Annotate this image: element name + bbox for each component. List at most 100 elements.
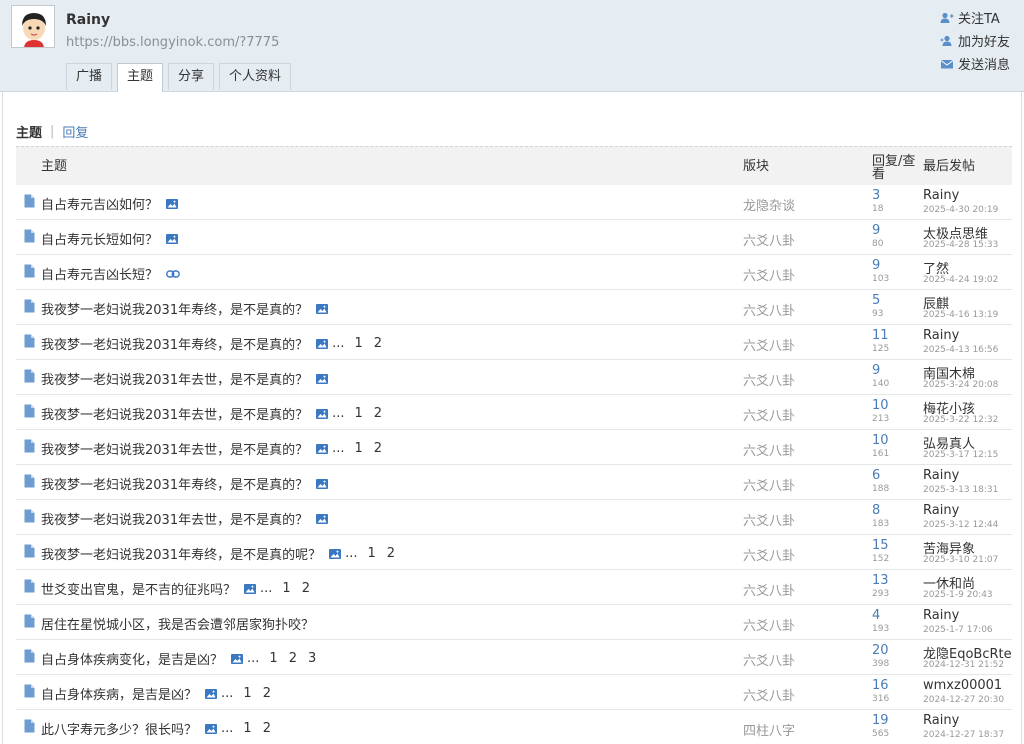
- reply-count[interactable]: 10: [872, 398, 889, 413]
- last-post-time[interactable]: 2025-1-9 20:43: [923, 590, 993, 600]
- reply-count[interactable]: 9: [872, 223, 880, 238]
- document-icon: [24, 579, 35, 597]
- thread-forum[interactable]: 六爻八卦: [743, 265, 795, 284]
- page-link[interactable]: 3: [308, 651, 316, 666]
- page-link[interactable]: 1: [355, 406, 363, 421]
- last-post-time[interactable]: 2024-12-31 21:52: [923, 660, 1004, 670]
- thread-title[interactable]: 我夜梦一老妇说我2031年寿终，是不是真的？: [41, 299, 308, 318]
- thread-title[interactable]: 自占身体疾病变化，是吉是凶？: [41, 649, 223, 668]
- thread-forum[interactable]: 六爻八卦: [743, 405, 795, 424]
- page-link[interactable]: 1: [269, 651, 277, 666]
- page-link[interactable]: 1: [355, 336, 363, 351]
- thread-forum[interactable]: 六爻八卦: [743, 580, 795, 599]
- last-post-time[interactable]: 2025-3-24 20:08: [923, 380, 998, 390]
- reply-count[interactable]: 6: [872, 468, 880, 483]
- thread-forum[interactable]: 六爻八卦: [743, 545, 795, 564]
- thread-title[interactable]: 此八字寿元多少？很长吗？: [41, 719, 197, 738]
- thread-title[interactable]: 自占寿元吉凶长短？: [41, 264, 158, 283]
- col-reply-view: 回复/查看: [872, 154, 916, 182]
- subnav-topics[interactable]: 主题: [16, 122, 42, 141]
- thread-title[interactable]: 世爻变出官鬼，是不吉的征兆吗？: [41, 579, 236, 598]
- last-post-time[interactable]: 2024-12-27 18:37: [923, 730, 1004, 740]
- avatar[interactable]: [11, 5, 55, 48]
- reply-count[interactable]: 3: [872, 188, 880, 203]
- thread-forum[interactable]: 四柱八字: [743, 720, 795, 739]
- last-poster[interactable]: Rainy: [923, 188, 959, 203]
- thread-forum[interactable]: 龙隐杂谈: [743, 195, 795, 214]
- page-link[interactable]: 2: [302, 581, 310, 596]
- thread-title[interactable]: 我夜梦一老妇说我2031年寿终，是不是真的？: [41, 474, 308, 493]
- last-poster[interactable]: wmxz00001: [923, 678, 1002, 693]
- subnav-replies[interactable]: 回复: [62, 122, 88, 141]
- last-post-time[interactable]: 2025-4-30 20:19: [923, 205, 998, 215]
- last-post-time[interactable]: 2025-4-16 13:19: [923, 310, 998, 320]
- page-link[interactable]: 2: [263, 686, 271, 701]
- page-link[interactable]: 1: [282, 581, 290, 596]
- reply-count[interactable]: 4: [872, 608, 880, 623]
- send-message-button[interactable]: 发送消息: [940, 52, 1010, 75]
- thread-title[interactable]: 我夜梦一老妇说我2031年去世，是不是真的？: [41, 439, 308, 458]
- tab-1[interactable]: 主题: [117, 63, 164, 92]
- last-poster[interactable]: Rainy: [923, 713, 959, 728]
- last-post-time[interactable]: 2025-3-17 12:15: [923, 450, 998, 460]
- thread-forum[interactable]: 六爻八卦: [743, 335, 795, 354]
- page-link[interactable]: 2: [374, 406, 382, 421]
- page-link[interactable]: 2: [374, 441, 382, 456]
- thread-title[interactable]: 我夜梦一老妇说我2031年去世，是不是真的？: [41, 509, 308, 528]
- last-post-time[interactable]: 2025-3-22 12:32: [923, 415, 998, 425]
- last-post-time[interactable]: 2025-4-24 19:02: [923, 275, 998, 285]
- last-post-time[interactable]: 2025-4-28 15:33: [923, 240, 998, 250]
- page-link[interactable]: 2: [387, 546, 395, 561]
- thread-forum[interactable]: 六爻八卦: [743, 440, 795, 459]
- add-friend-button[interactable]: 加为好友: [940, 29, 1010, 52]
- page-link[interactable]: 2: [263, 721, 271, 736]
- page-link[interactable]: 1: [243, 721, 251, 736]
- last-post-time[interactable]: 2025-3-13 18:31: [923, 485, 998, 495]
- reply-count[interactable]: 15: [872, 538, 889, 553]
- thread-title[interactable]: 我夜梦一老妇说我2031年寿终，是不是真的？: [41, 334, 308, 353]
- last-post-time[interactable]: 2025-4-13 16:56: [923, 345, 998, 355]
- page-link[interactable]: 1: [368, 546, 376, 561]
- reply-count[interactable]: 9: [872, 258, 880, 273]
- thread-title[interactable]: 自占寿元吉凶如何？: [41, 194, 158, 213]
- last-post-time[interactable]: 2025-3-10 21:07: [923, 555, 998, 565]
- reply-count[interactable]: 16: [872, 678, 889, 693]
- thread-title[interactable]: 我夜梦一老妇说我2031年寿终，是不是真的呢？: [41, 544, 321, 563]
- tab-3[interactable]: 个人资料: [219, 63, 292, 90]
- reply-count[interactable]: 20: [872, 643, 889, 658]
- reply-count[interactable]: 13: [872, 573, 889, 588]
- last-poster[interactable]: Rainy: [923, 468, 959, 483]
- thread-title[interactable]: 居住在星悦城小区，我是否会遭邻居家狗扑咬？: [41, 614, 314, 633]
- reply-count[interactable]: 19: [872, 713, 889, 728]
- last-poster[interactable]: Rainy: [923, 328, 959, 343]
- thread-forum[interactable]: 六爻八卦: [743, 685, 795, 704]
- last-poster[interactable]: Rainy: [923, 608, 959, 623]
- page-link[interactable]: 1: [243, 686, 251, 701]
- reply-count[interactable]: 5: [872, 293, 880, 308]
- page-link[interactable]: 2: [289, 651, 297, 666]
- last-poster[interactable]: Rainy: [923, 503, 959, 518]
- reply-count[interactable]: 8: [872, 503, 880, 518]
- page-link[interactable]: 2: [374, 336, 382, 351]
- reply-count[interactable]: 10: [872, 433, 889, 448]
- reply-count[interactable]: 11: [872, 328, 889, 343]
- thread-forum[interactable]: 六爻八卦: [743, 300, 795, 319]
- thread-forum[interactable]: 六爻八卦: [743, 615, 795, 634]
- last-post-time[interactable]: 2025-3-12 12:44: [923, 520, 998, 530]
- thread-title[interactable]: 自占身体疾病，是吉是凶？: [41, 684, 197, 703]
- follow-button[interactable]: 关注TA: [940, 6, 1010, 29]
- thread-forum[interactable]: 六爻八卦: [743, 475, 795, 494]
- page-link[interactable]: 1: [355, 441, 363, 456]
- thread-forum[interactable]: 六爻八卦: [743, 650, 795, 669]
- reply-count[interactable]: 9: [872, 363, 880, 378]
- last-post-time[interactable]: 2024-12-27 20:30: [923, 695, 1004, 705]
- thread-title[interactable]: 我夜梦一老妇说我2031年去世，是不是真的？: [41, 369, 308, 388]
- thread-forum[interactable]: 六爻八卦: [743, 510, 795, 529]
- thread-title[interactable]: 自占寿元长短如何？: [41, 229, 158, 248]
- thread-forum[interactable]: 六爻八卦: [743, 230, 795, 249]
- thread-forum[interactable]: 六爻八卦: [743, 370, 795, 389]
- thread-title[interactable]: 我夜梦一老妇说我2031年去世，是不是真的？: [41, 404, 308, 423]
- last-post-time[interactable]: 2025-1-7 17:06: [923, 625, 993, 635]
- tab-2[interactable]: 分享: [168, 63, 215, 90]
- tab-0[interactable]: 广播: [66, 63, 113, 90]
